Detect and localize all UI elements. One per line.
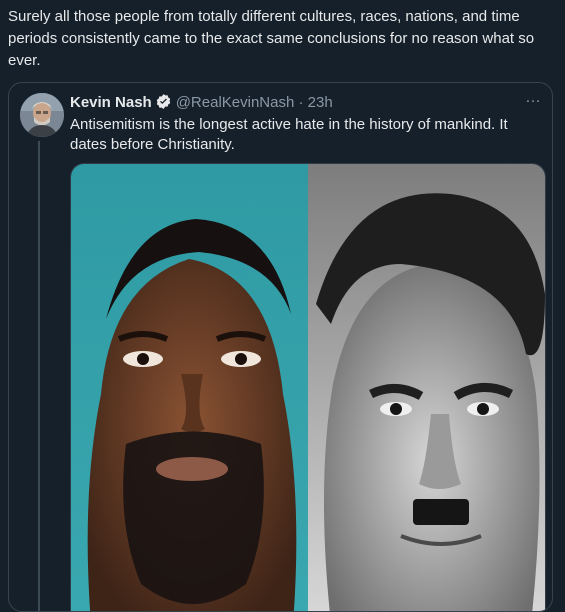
- separator: ·: [298, 94, 304, 111]
- quoted-tweet-text: Antisemitism is the longest active hate …: [70, 116, 508, 153]
- right-portrait-moustache: [413, 499, 469, 525]
- verified-badge-icon: [155, 93, 172, 116]
- tweet-text: Surely all those people from totally dif…: [8, 8, 535, 69]
- more-options-icon[interactable]: …: [525, 89, 542, 107]
- split-portrait-image: [71, 164, 545, 611]
- tweet-header: Kevin Nash @RealKevinNash · 23h: [70, 93, 333, 116]
- thread-line: [38, 141, 40, 611]
- quoted-tweet-card[interactable]: Kevin Nash @RealKevinNash · 23h … Antisem…: [8, 82, 553, 612]
- tweet-media-image[interactable]: [70, 163, 546, 611]
- avatar[interactable]: [20, 93, 64, 137]
- display-name[interactable]: Kevin Nash: [70, 94, 152, 111]
- avatar-image: [20, 93, 64, 137]
- user-handle[interactable]: @RealKevinNash: [176, 94, 295, 111]
- timestamp[interactable]: 23h: [308, 94, 333, 111]
